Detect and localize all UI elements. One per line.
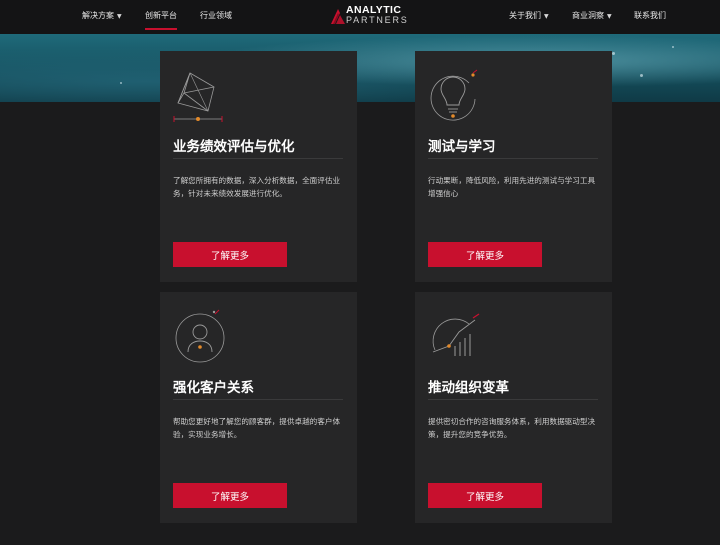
- hero-texture: [640, 74, 643, 77]
- hero-texture: [120, 82, 122, 84]
- learn-more-button[interactable]: 了解更多: [173, 242, 287, 267]
- learn-more-button[interactable]: 了解更多: [428, 483, 542, 508]
- nav-item-label: 创新平台: [145, 11, 177, 20]
- card-description: 帮助您更好地了解您的顾客群，提供卓越的客户体验，实现业务增长。: [173, 417, 341, 439]
- chevron-down-icon: ▼: [607, 13, 612, 20]
- service-card-customer: 强化客户关系 帮助您更好地了解您的顾客群，提供卓越的客户体验，实现业务增长。 了…: [160, 292, 357, 523]
- hero-banner: [0, 34, 720, 102]
- card-divider: [173, 158, 343, 159]
- card-title: 业务绩效评估与优化: [173, 139, 295, 155]
- nav-item-about-us[interactable]: 关于我们 ▼: [509, 10, 549, 21]
- card-title: 推动组织变革: [428, 380, 509, 396]
- nav-item-innovation-platform[interactable]: 创新平台: [145, 10, 177, 30]
- card-description: 行动果断，降低风险，利用先进的测试与学习工具增强信心: [428, 176, 596, 198]
- logo[interactable]: ANALYTIC PARTNERS: [330, 5, 420, 27]
- nav-item-label: 行业领域: [200, 11, 232, 20]
- service-card-transformation: 推动组织变革 提供密切合作的咨询服务体系，利用数据驱动型决策，提升您的竞争优势。…: [415, 292, 612, 523]
- service-card-test-learn: 测试与学习 行动果断，降低风险，利用先进的测试与学习工具增强信心 了解更多: [415, 51, 612, 282]
- card-divider: [428, 399, 598, 400]
- nav-item-industries[interactable]: 行业领域: [200, 10, 232, 21]
- nav-item-solutions[interactable]: 解决方案 ▼: [82, 10, 122, 21]
- card-divider: [173, 399, 343, 400]
- card-description: 了解您所拥有的数据，深入分析数据，全面评估业务，针对未来绩效发展进行优化。: [173, 176, 341, 198]
- customer-person-icon: [175, 309, 225, 363]
- card-title: 测试与学习: [428, 139, 496, 155]
- nav-item-contact-us[interactable]: 联系我们: [634, 10, 666, 21]
- chevron-down-icon: ▼: [544, 13, 549, 20]
- hero-texture: [672, 46, 674, 48]
- chevron-down-icon: ▼: [117, 13, 122, 20]
- nav-item-label: 联系我们: [634, 11, 666, 20]
- top-navigation: 解决方案 ▼ 创新平台 行业领域 ANALYTIC PARTNERS 关于我们 ▼ …: [0, 0, 720, 34]
- nav-item-label: 商业洞察: [572, 11, 604, 20]
- nav-item-label: 关于我们: [509, 11, 541, 20]
- lightbulb-icon: [430, 69, 478, 121]
- card-title: 强化客户关系: [173, 380, 254, 396]
- hero-texture: [612, 52, 615, 55]
- card-divider: [428, 158, 598, 159]
- cube-measure-icon: [173, 72, 223, 122]
- logo-mark-icon: [331, 9, 345, 24]
- learn-more-button[interactable]: 了解更多: [173, 483, 287, 508]
- growth-chart-icon: [432, 313, 480, 356]
- logo-text-primary: ANALYTIC: [346, 4, 402, 16]
- nav-item-business-insights[interactable]: 商业洞察 ▼: [572, 10, 612, 21]
- logo-text-secondary: PARTNERS: [346, 15, 409, 25]
- service-card-performance: 业务绩效评估与优化 了解您所拥有的数据，深入分析数据，全面评估业务，针对未来绩效…: [160, 51, 357, 282]
- card-description: 提供密切合作的咨询服务体系，利用数据驱动型决策，提升您的竞争优势。: [428, 417, 596, 439]
- nav-item-label: 解决方案: [82, 11, 114, 20]
- learn-more-button[interactable]: 了解更多: [428, 242, 542, 267]
